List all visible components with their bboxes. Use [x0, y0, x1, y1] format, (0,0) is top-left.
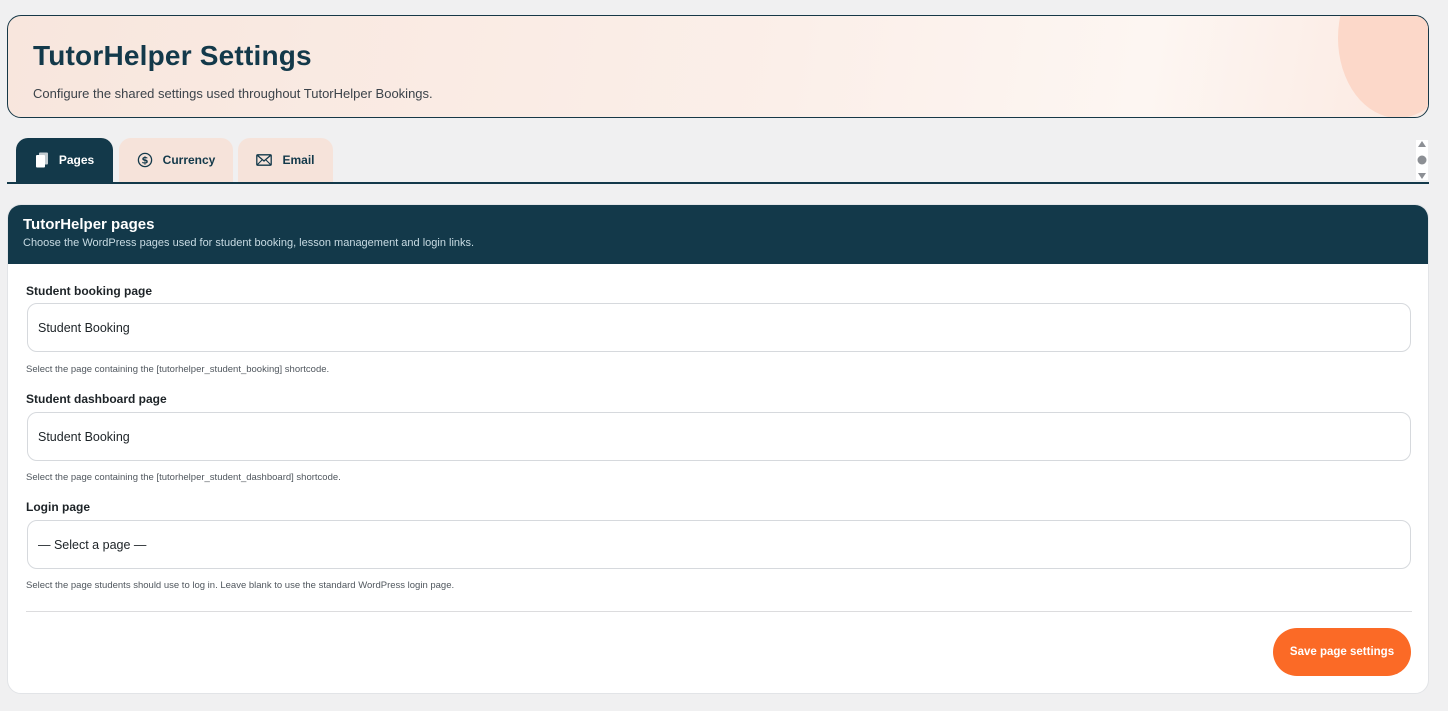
student-booking-label: Student booking page: [26, 284, 152, 298]
student-dashboard-page-select[interactable]: Student Booking: [27, 412, 1411, 461]
header-decoration: [1338, 16, 1428, 117]
save-page-settings-button[interactable]: Save page settings: [1273, 628, 1411, 676]
page-title: TutorHelper Settings: [33, 40, 312, 71]
scroll-down-icon[interactable]: [1417, 172, 1427, 180]
pages-icon: [35, 152, 49, 168]
student-booking-help: Select the page containing the [tutorhel…: [26, 364, 330, 375]
scroll-thumb[interactable]: [1417, 155, 1427, 165]
login-page-help: Select the page students should use to l…: [26, 580, 455, 591]
select-value: Student Booking: [38, 429, 130, 444]
tab-email[interactable]: Email: [238, 138, 333, 182]
tab-currency[interactable]: $ Currency: [119, 138, 233, 182]
card-title: TutorHelper pages: [23, 216, 155, 233]
pages-settings-card: TutorHelper pages Choose the WordPress p…: [7, 204, 1429, 694]
select-value: Student Booking: [38, 320, 130, 335]
login-page-select[interactable]: — Select a page —: [27, 520, 1411, 569]
dollar-circle-icon: $: [137, 152, 153, 168]
tabs-scrollbar[interactable]: [1416, 140, 1428, 180]
tab-pages[interactable]: Pages: [16, 138, 113, 182]
tab-label: Email: [282, 153, 315, 167]
page-subtitle: Configure the shared settings used throu…: [33, 86, 433, 101]
student-booking-page-select[interactable]: Student Booking: [27, 303, 1411, 352]
card-header: TutorHelper pages Choose the WordPress p…: [8, 205, 1428, 264]
envelope-icon: [256, 154, 273, 166]
svg-text:$: $: [141, 156, 148, 167]
tab-label: Pages: [58, 153, 95, 167]
divider: [26, 611, 1412, 612]
select-value: — Select a page —: [38, 537, 147, 552]
settings-header: TutorHelper Settings Configure the share…: [7, 15, 1429, 118]
card-description: Choose the WordPress pages used for stud…: [23, 237, 475, 249]
scroll-up-icon[interactable]: [1417, 140, 1427, 148]
settings-tabs: Pages $ Currency Email: [7, 138, 1429, 184]
tab-label: Currency: [162, 153, 216, 167]
student-dashboard-label: Student dashboard page: [26, 392, 167, 406]
student-dashboard-help: Select the page containing the [tutorhel…: [26, 472, 341, 483]
login-page-label: Login page: [26, 500, 90, 514]
